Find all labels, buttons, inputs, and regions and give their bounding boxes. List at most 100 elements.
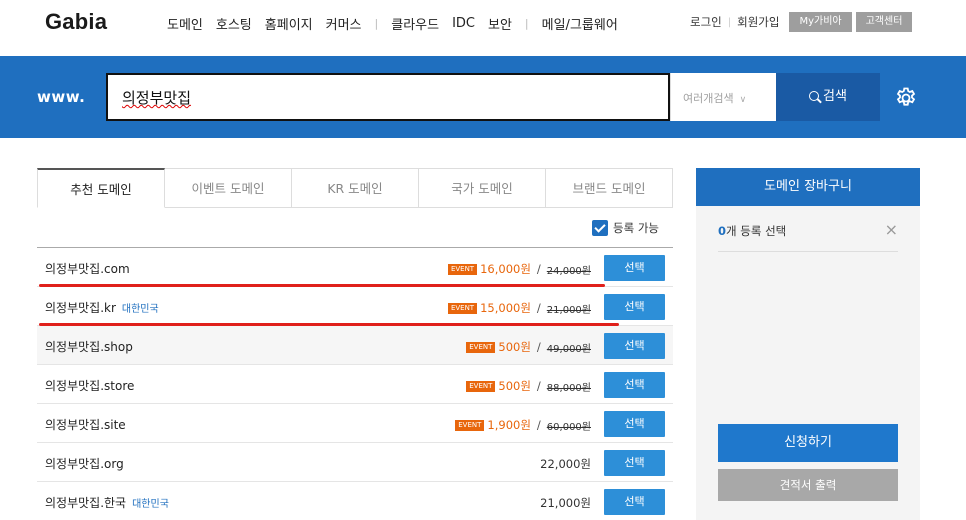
tab-4[interactable]: 브랜드 도메인 [546,168,673,207]
regular-price: 22,000원 [540,457,591,471]
sale-price: 500원 [498,379,531,393]
domain-cart: 도메인 장바구니 0개 등록 선택 × 신청하기 견적서 출력 [696,168,920,520]
domain-name-text: 의정부맛집.shop [45,340,133,354]
apply-button[interactable]: 신청하기 [718,424,898,462]
cart-title: 도메인 장바구니 [696,168,920,206]
domain-name: 의정부맛집.store [45,377,134,394]
event-badge: EVENT [447,302,478,314]
domain-search-input[interactable]: 의정부맛집 [106,73,670,121]
domain-name-text: 의정부맛집.kr [45,301,116,315]
domain-name: 의정부맛집.kr 대한민국 [45,299,159,316]
domain-name: 의정부맛집.com [45,260,130,277]
price-separator: / [536,301,541,315]
search-button-label: 검색 [823,89,847,104]
menu-item[interactable]: 클라우드 [391,14,439,33]
top-navigation: Gabia 도메인 호스팅 홈페이지 커머스 | 클라우드 IDC 보안 | 메일/그룹웨어 로그… [0,0,966,56]
price-info: EVENT 1,900원 / 60,000원 [455,417,591,433]
tab-2[interactable]: KR 도메인 [292,168,419,207]
check-icon[interactable] [592,220,608,236]
search-button[interactable]: 검색 [776,73,880,121]
red-annotation-underline [39,323,619,326]
gear-icon[interactable] [894,86,918,110]
select-button[interactable]: 선택 [604,489,665,515]
chevron-down-icon: ∨ [739,95,747,105]
menu-item[interactable]: 커머스 [326,14,362,33]
event-badge: EVENT [455,419,485,431]
cart-count-suffix: 개 등록 선택 [726,224,787,238]
select-button[interactable]: 선택 [604,333,665,359]
search-band: www. 의정부맛집 여러개검색 ∨ 검색 [0,56,966,138]
util-divider: | [727,16,732,28]
tab-0[interactable]: 추천 도메인 [37,168,165,208]
domain-result-list: 의정부맛집.com EVENT 16,000원/24,000원 선택 의정부맛집.kr 대… [37,247,673,520]
sale-price: 16,000원 [480,262,531,276]
original-price: 49,000원 [546,343,591,355]
gabia-logo[interactable]: Gabia [45,9,107,35]
available-label: 등록 가능 [613,221,659,235]
select-button[interactable]: 선택 [604,294,665,320]
domain-name: 의정부맛집.shop [45,338,133,355]
price-separator: / [536,418,541,432]
login-link[interactable]: 로그인 [690,14,722,30]
main-menu: 도메인 호스팅 홈페이지 커머스 | 클라우드 IDC 보안 | 메일/그룹웨어 [167,14,631,33]
mygabia-button[interactable]: My가비아 [789,12,852,32]
event-badge: EVENT [447,263,478,275]
event-badge: EVENT [466,380,496,392]
event-badge: EVENT [466,341,496,353]
original-price: 60,000원 [546,421,591,433]
select-button[interactable]: 선택 [604,372,665,398]
regular-price: 21,000원 [540,496,591,510]
table-row: 의정부맛집.shop EVENT 500원 / 49,000원 선택 [37,326,673,365]
multi-search-dropdown[interactable]: 여러개검색 ∨ [670,73,776,121]
menu-item[interactable]: 홈페이지 [265,14,313,33]
table-row: 의정부맛집.kr 대한민국 EVENT 15,000원 / 21,000원 선택 [37,287,673,326]
multi-search-label: 여러개검색 [683,92,734,105]
price-separator: / [536,379,541,393]
close-icon[interactable]: × [885,220,898,239]
price-info: EVENT 16,000원 / 24,000원 [447,261,591,277]
tab-1[interactable]: 이벤트 도메인 [165,168,292,207]
sale-price: 500원 [498,340,531,354]
price-info: 21,000원 [540,495,591,511]
menu-divider: | [524,17,529,30]
join-link[interactable]: 회원가입 [737,14,779,30]
www-prefix: www. [37,88,86,106]
select-button[interactable]: 선택 [604,450,665,476]
menu-item[interactable]: 도메인 [167,14,203,33]
select-button[interactable]: 선택 [604,255,665,281]
country-tag: 대한민국 [132,499,169,510]
print-quote-button[interactable]: 견적서 출력 [718,469,898,501]
price-info: 22,000원 [540,456,591,472]
price-separator: / [536,262,541,276]
domain-name-text: 의정부맛집.한국 [45,496,127,510]
search-query-text[interactable]: 의정부맛집 [122,87,191,108]
menu-item[interactable]: 보안 [488,14,512,33]
domain-name: 의정부맛집.site [45,416,126,433]
sale-price: 15,000원 [480,301,531,315]
price-info: EVENT 500원 / 49,000원 [466,339,591,355]
menu-item[interactable]: 호스팅 [216,14,252,33]
domain-name-text: 의정부맛집.store [45,379,135,393]
table-row: 의정부맛집.site EVENT 1,900원 / 60,000원 선택 [37,404,673,443]
utility-links: 로그인 | 회원가입 My가비아 고객센터 [690,12,913,32]
domain-name-text: 의정부맛집.org [45,457,124,471]
sale-price: 1,900원 [487,418,531,432]
select-button[interactable]: 선택 [604,411,665,437]
country-tag: 대한민국 [121,304,159,315]
original-price: 88,000원 [546,382,591,394]
menu-item[interactable]: IDC [452,16,475,31]
table-row: 의정부맛집.store EVENT 500원 / 88,000원 선택 [37,365,673,404]
red-annotation-underline [39,284,605,287]
price-info: EVENT 15,000원 / 21,000원 [447,300,591,316]
price-separator: / [536,340,541,354]
domain-name: 의정부맛집.org [45,455,124,472]
table-row: 의정부맛집.한국 대한민국 21,000원 선택 [37,482,673,520]
original-price: 24,000원 [546,265,591,277]
domain-name-text: 의정부맛집.site [45,418,126,432]
available-only-filter[interactable]: 등록 가능 [592,220,659,236]
support-button[interactable]: 고객센터 [855,12,913,32]
original-price: 21,000원 [546,304,591,316]
menu-item[interactable]: 메일/그룹웨어 [542,14,618,33]
tab-3[interactable]: 국가 도메인 [419,168,546,207]
domain-name: 의정부맛집.한국 대한민국 [45,494,169,511]
